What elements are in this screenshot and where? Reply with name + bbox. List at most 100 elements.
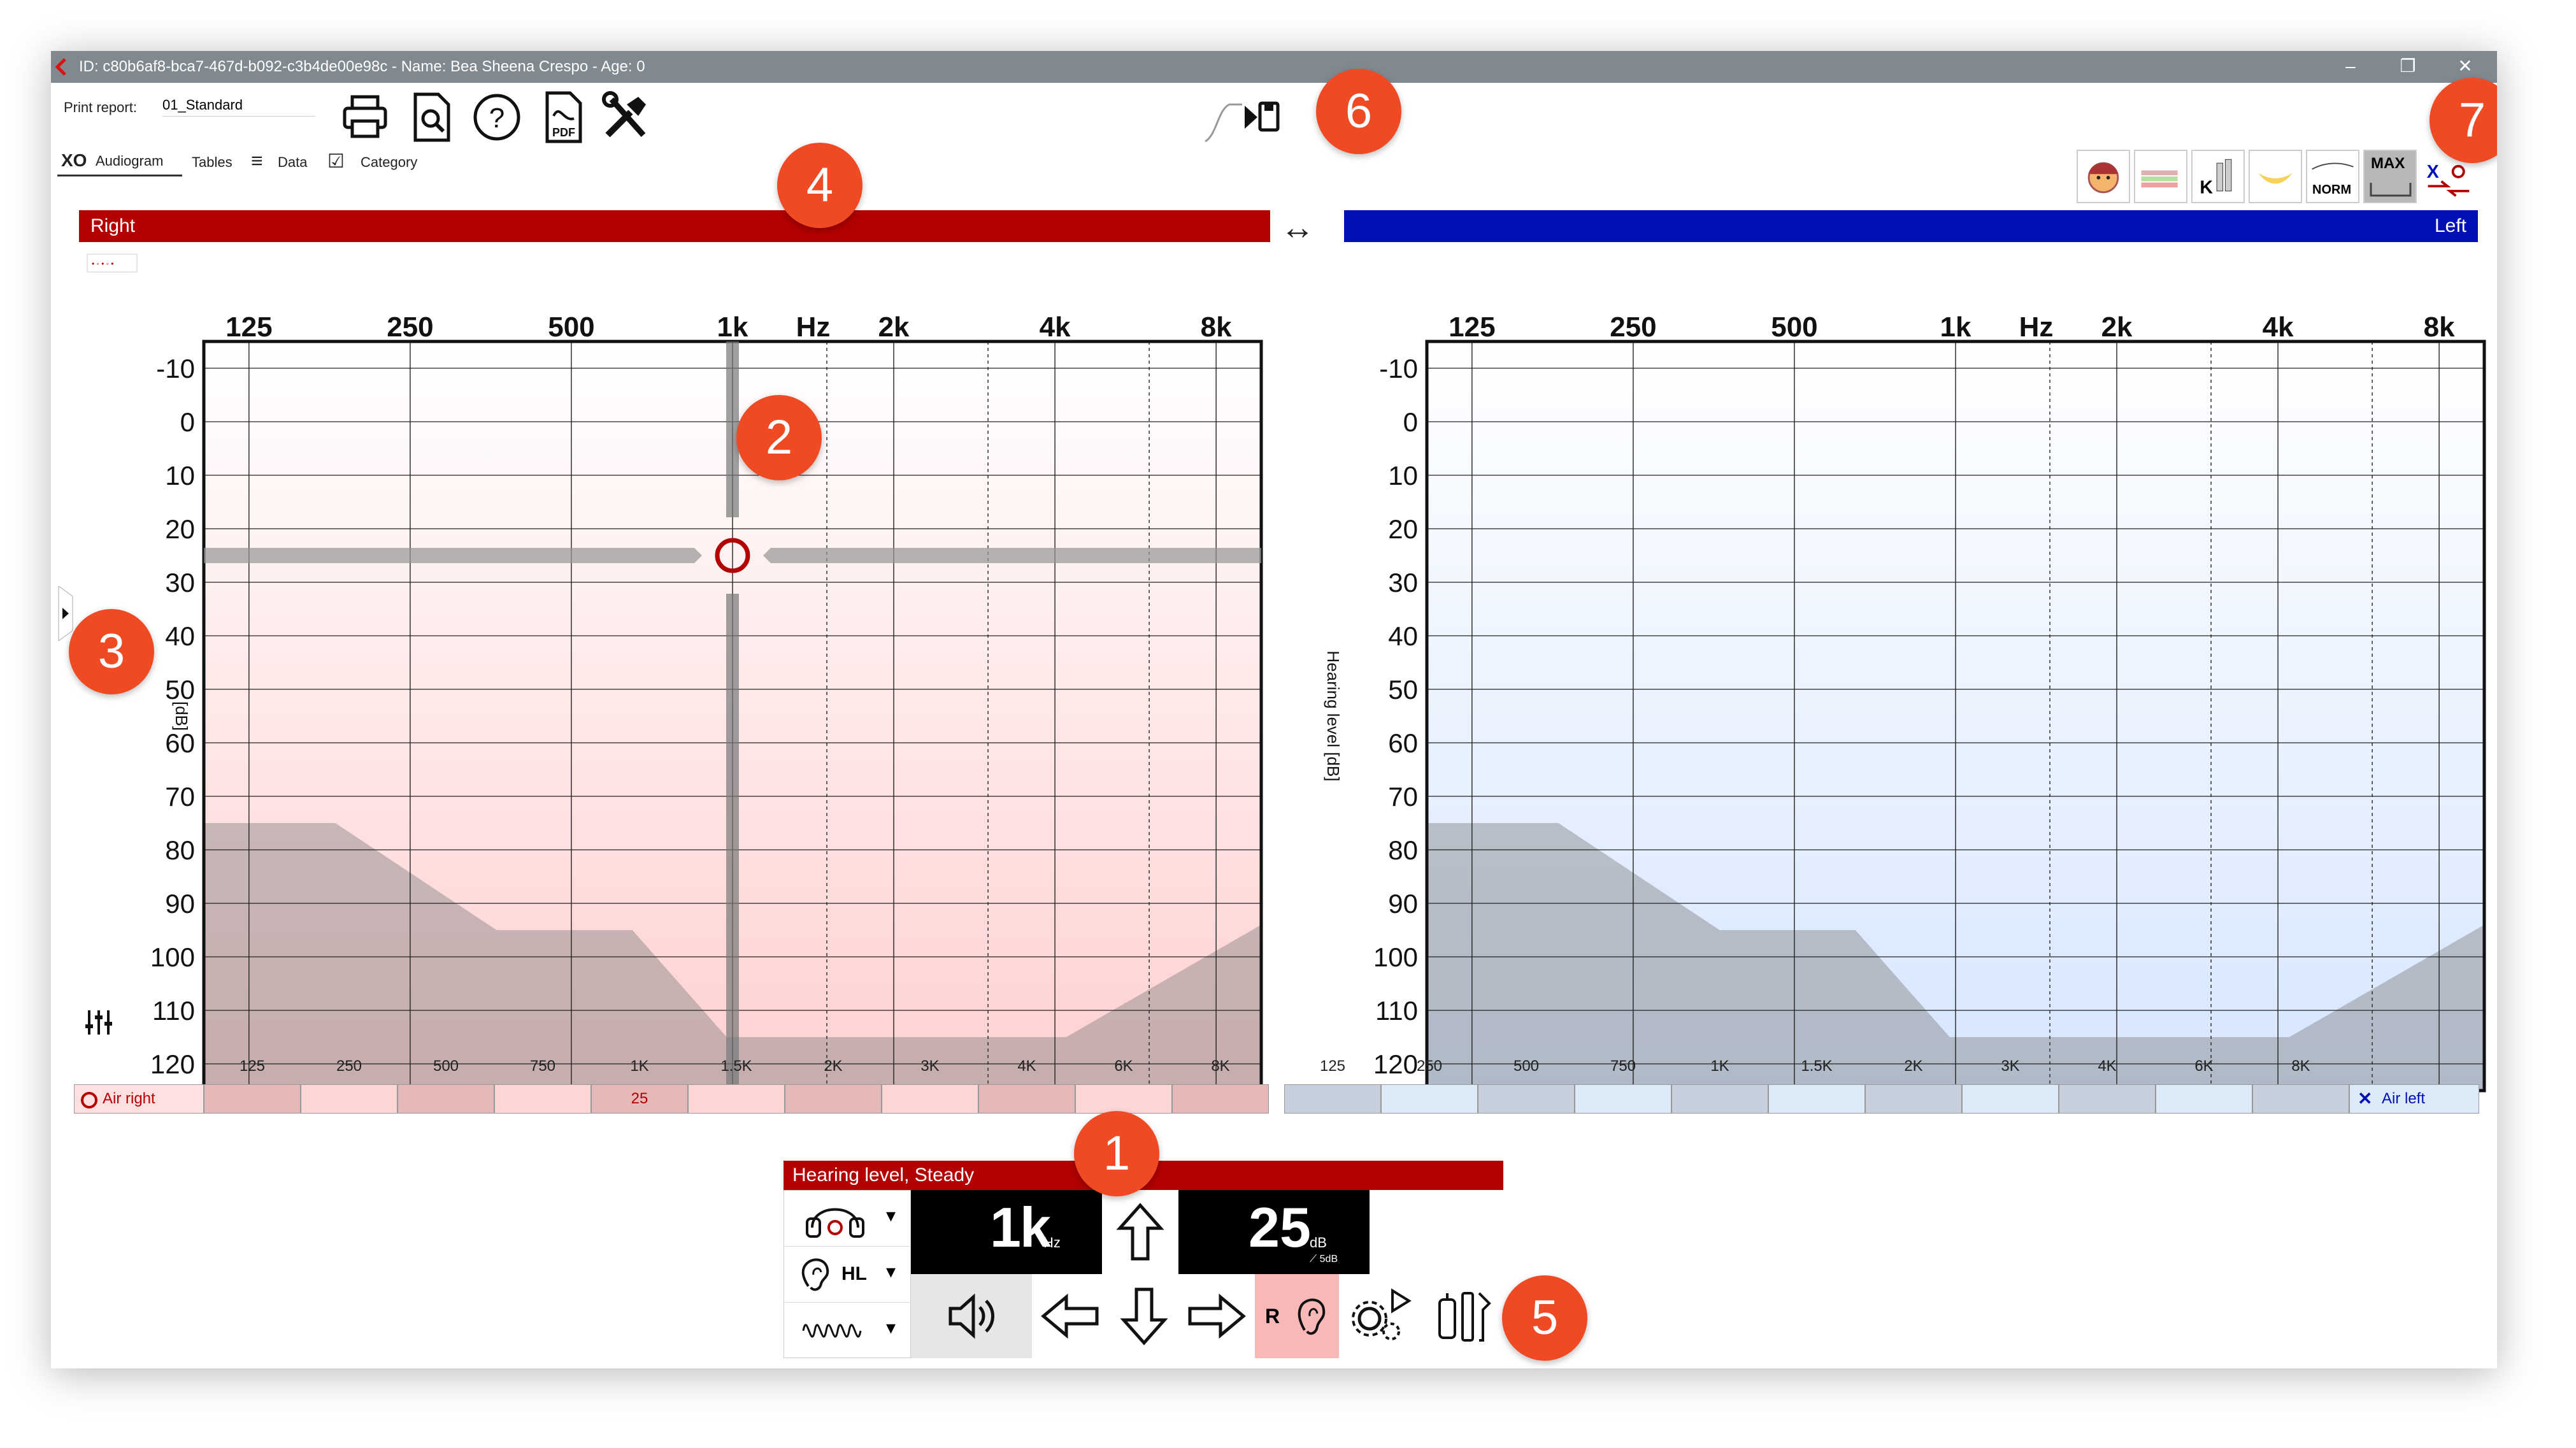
y-tick-label: 90 [1388,889,1418,919]
air-right-value-cell[interactable] [494,1084,591,1114]
y-tick-label: 80 [1388,835,1418,865]
x-tick-label: 1k [1940,312,1971,343]
tools-icon[interactable] [599,90,652,144]
air-right-value-cell[interactable] [204,1084,301,1114]
k-scale-icon[interactable]: K [2191,150,2245,203]
crosshair-vertical [726,594,739,1091]
print-preview-icon[interactable] [408,90,461,144]
freq-label: 1K [630,1057,649,1075]
headphones-icon [806,1208,864,1238]
crosshair-horizontal [204,548,694,563]
swap-sides-icon[interactable]: ↔ [1280,208,1315,247]
air-right-value-cell[interactable] [882,1084,978,1114]
y-tick-label: 80 [165,835,195,865]
air-left-value-cell[interactable] [1284,1084,1381,1114]
print-report-select[interactable]: 01_Standard [162,97,315,117]
frequency-down-button[interactable] [1032,1274,1108,1358]
frequency-value: 1k [990,1196,1051,1259]
tab-category[interactable]: ☑ Category [325,147,433,176]
y-tick-label: -10 [1379,354,1418,384]
color-bands-icon[interactable] [2134,150,2187,203]
callout-badge-5: 5 [1502,1275,1587,1361]
ear-select-button[interactable]: R [1255,1274,1339,1358]
x-tick-label: Hz [796,312,831,343]
y-tick-label: 60 [1388,728,1418,758]
level-down-button[interactable] [1108,1274,1178,1358]
air-left-value-cell[interactable] [1575,1084,1671,1114]
air-left-value-cell[interactable] [1478,1084,1575,1114]
x-tick-label: 8k [1201,312,1232,343]
air-right-value-cell[interactable] [301,1084,397,1114]
arrow-down-icon [1120,1287,1168,1345]
restore-button[interactable]: ❐ [2389,54,2427,79]
freq-label: 2K [824,1057,843,1075]
tab-data[interactable]: ≡ Data [248,147,318,176]
air-right-value-cell[interactable]: 25 [591,1084,688,1114]
close-button[interactable]: ✕ [2446,54,2484,79]
help-icon[interactable]: ? [471,90,525,144]
window-title: ID: c80b6af8-bca7-467d-b092-c3b4de00e98c… [79,58,645,75]
freq-label: 4K [2098,1057,2117,1075]
max-button[interactable]: MAX [2363,150,2417,203]
y-tick-label: 50 [1388,675,1418,705]
left-audiogram-chart[interactable]: 125 250 500 1k Hz 2k 4k 8k -10 0 10 20 30 40 50 60 70 80 9… [1274,242,2497,1102]
face-icon[interactable] [2077,150,2130,203]
right-audiogram-chart[interactable]: 125 250 500 1k Hz 2k 4k 8k -10 0 10 20 30 40 50 60 70 80 9… [51,242,1274,1102]
dropdown-arrow-icon: ▾ [886,1205,896,1226]
air-right-value-cell[interactable] [785,1084,882,1114]
air-right-value-cell[interactable] [978,1084,1075,1114]
print-icon[interactable] [341,90,394,144]
stimulus-select[interactable]: ▾ [784,1303,912,1359]
hl-label: HL [841,1263,867,1284]
waveform-icon [802,1324,862,1338]
air-left-value-cell[interactable] [1381,1084,1478,1114]
norm-label: NORM [2312,183,2352,197]
air-right-value-cell[interactable] [688,1084,785,1114]
hl-select[interactable]: HL ▾ [784,1247,912,1303]
y-tick-label: 30 [165,568,195,598]
x-tick-label: 4k [1040,312,1071,343]
level-up-button[interactable] [1102,1190,1178,1274]
svg-text:?: ? [489,103,504,134]
air-left-value-cell[interactable] [2252,1084,2349,1114]
air-right-value-cell[interactable] [397,1084,494,1114]
level-unit: dB [1310,1235,1327,1251]
air-left-value-cell[interactable] [1962,1084,2059,1114]
air-right-value-cell[interactable] [1075,1084,1172,1114]
air-left-value-cell[interactable] [1768,1084,1865,1114]
air-right-label: Air right [74,1084,204,1114]
x-tick-label: 250 [1610,312,1656,343]
y-tick-label: 50 [165,675,195,705]
arrow-right-icon [1188,1293,1246,1339]
y-tick-label: 30 [1388,568,1418,598]
speech-banana-icon[interactable] [2249,150,2302,203]
tab-audiogram[interactable]: XO Audiogram [57,147,185,176]
crosshair-horizontal [771,548,1261,563]
device-settings-button[interactable] [1423,1274,1503,1358]
ear-label: R [1265,1305,1280,1328]
norm-button[interactable]: NORM [2306,150,2359,203]
freq-label: 2K [1904,1057,1923,1075]
air-left-value-cell[interactable] [1865,1084,1962,1114]
air-left-value-cell[interactable] [2156,1084,2252,1114]
callout-badge-6: 6 [1316,69,1401,154]
x-tick-label: 250 [387,312,433,343]
freq-label: 250 [336,1057,362,1075]
freq-label: 250 [1416,1057,1443,1075]
tab-tables[interactable]: Tables [188,147,245,176]
air-left-value-cell[interactable] [2059,1084,2156,1114]
present-tone-button[interactable] [911,1274,1032,1358]
minimize-button[interactable]: – [2331,54,2370,79]
y-tick-label: 110 [1375,996,1418,1026]
auto-settings-button[interactable] [1339,1274,1423,1358]
frequency-up-button[interactable] [1178,1274,1255,1358]
transducer-select[interactable]: ▾ [784,1191,912,1247]
air-right-value-cell[interactable] [1172,1084,1269,1114]
air-left-value-cell[interactable] [1671,1084,1768,1114]
pdf-icon[interactable]: PDF [538,90,592,144]
right-ear-icon [1298,1298,1326,1335]
freq-label: 6K [1114,1057,1133,1075]
freq-label: 1K [1710,1057,1729,1075]
freq-label: 3K [2001,1057,2020,1075]
y-tick-label: 70 [165,782,195,812]
